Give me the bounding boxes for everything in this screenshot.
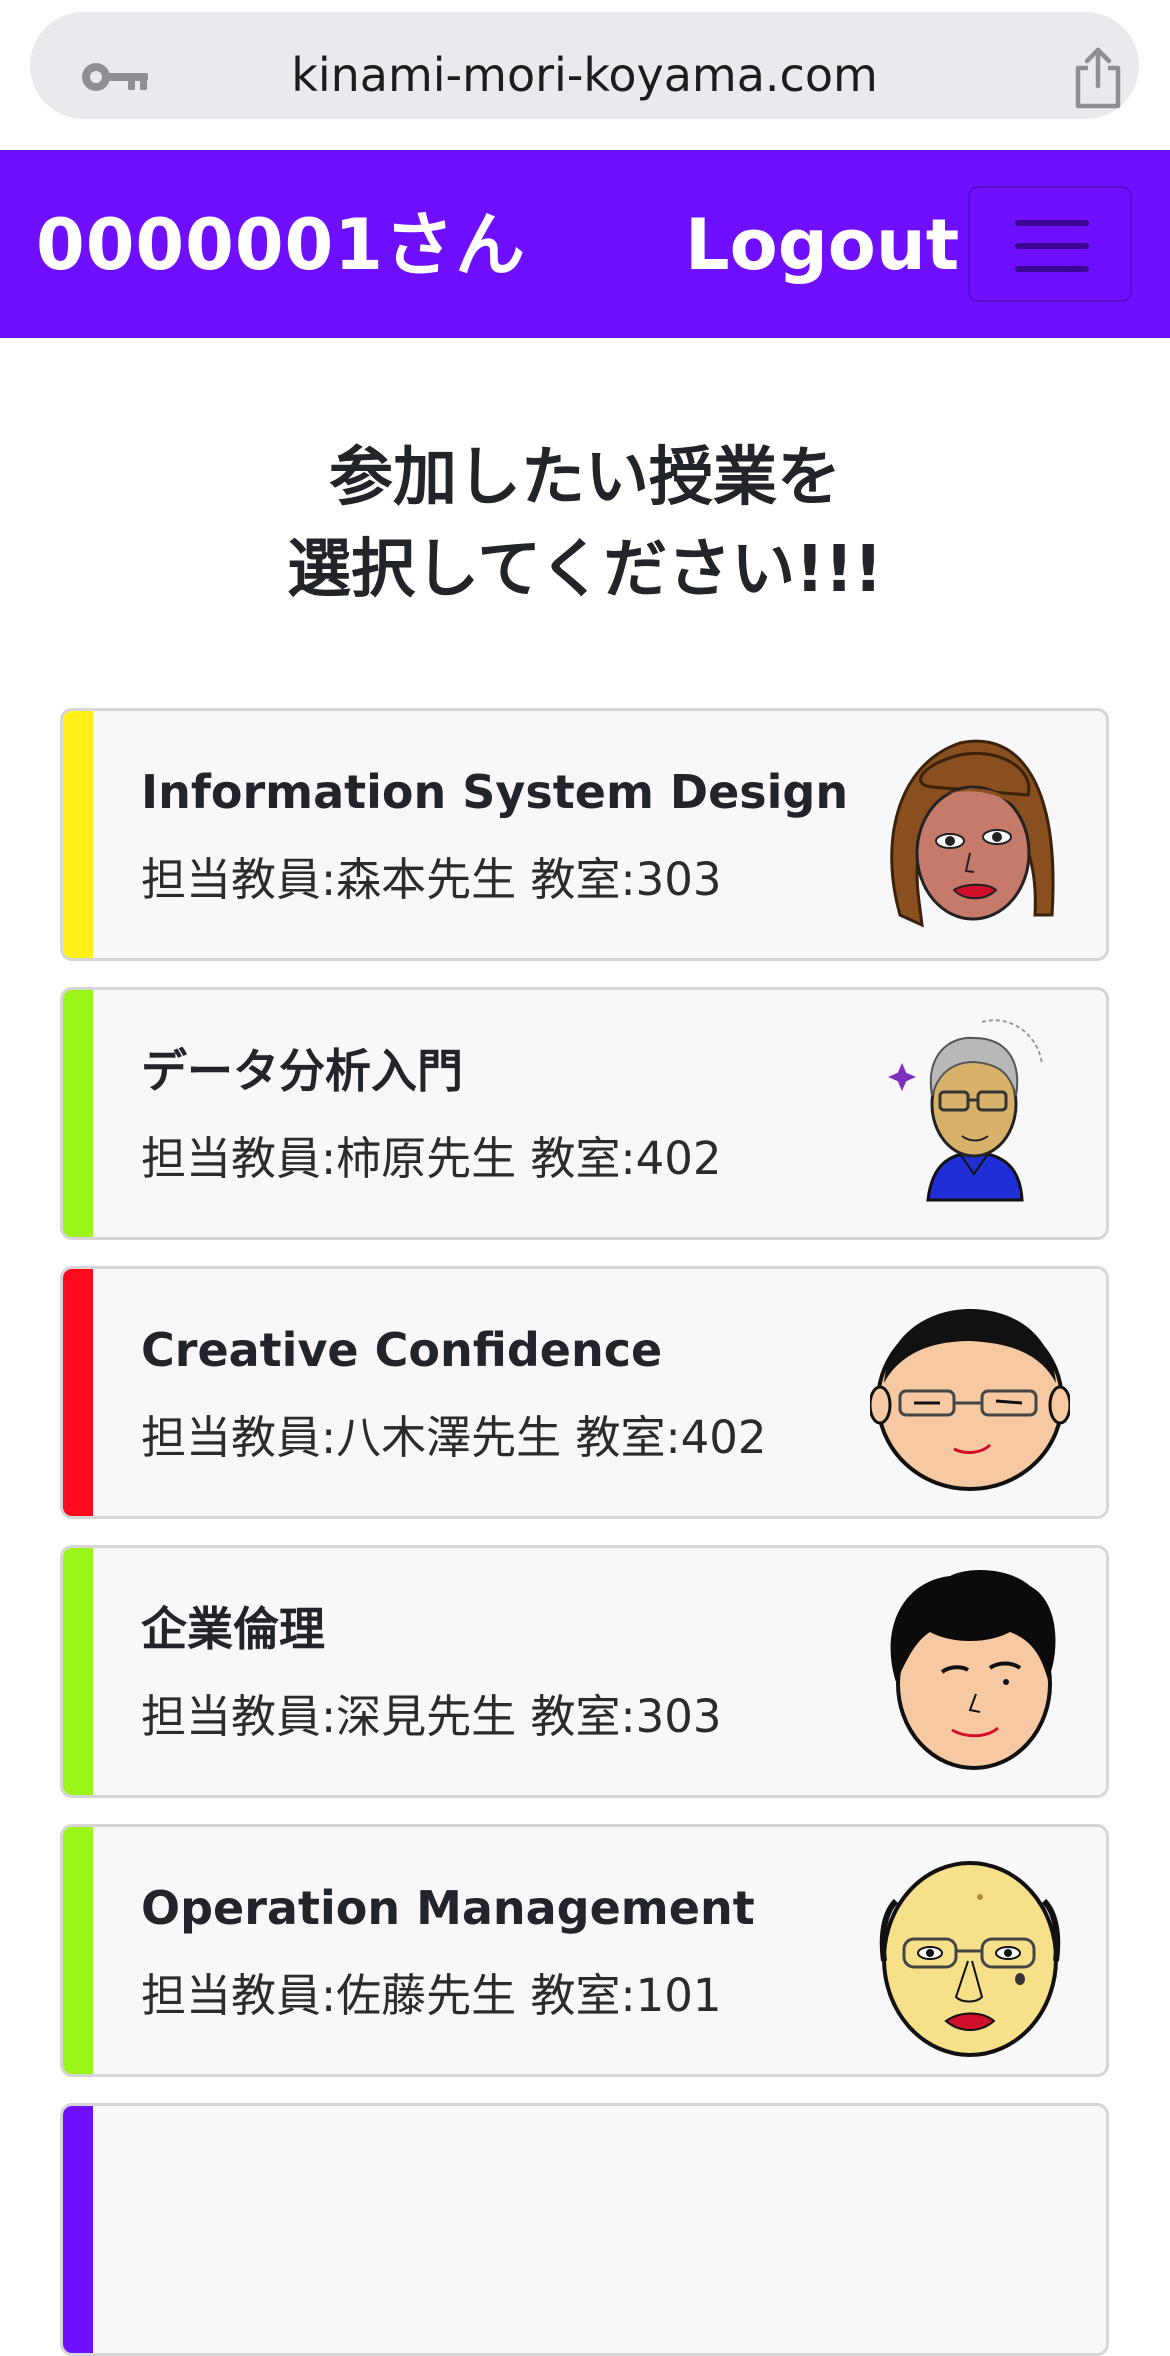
course-title: データ分析入門	[141, 1044, 463, 1098]
course-card[interactable]: Information System Design 担当教員:森本先生 教室:3…	[60, 708, 1109, 961]
course-card[interactable]	[60, 2103, 1109, 2356]
course-teacher-room: 担当教員:森本先生 教室:303	[141, 853, 722, 906]
url-text[interactable]: kinami-mori-koyama.com	[180, 40, 989, 110]
course-teacher-room: 担当教員:柿原先生 教室:402	[141, 1132, 722, 1185]
course-teacher-room: 担当教員:佐藤先生 教室:101	[141, 1969, 722, 2022]
navbar-toggle-button[interactable]	[968, 186, 1132, 302]
teacher-avatar-long-brown-hair	[890, 739, 1055, 928]
course-title: Operation Management	[141, 1881, 755, 1935]
share-icon[interactable]	[1070, 46, 1126, 110]
teacher-avatar-gray-hair-glasses	[888, 1019, 1043, 1202]
logout-link[interactable]: Logout	[685, 202, 959, 288]
course-card[interactable]: 企業倫理 担当教員:深見先生 教室:303	[60, 1545, 1109, 1798]
card-accent-bar	[63, 990, 93, 1237]
key-icon[interactable]	[80, 60, 150, 94]
course-title: 企業倫理	[141, 1602, 325, 1656]
card-accent-bar	[63, 2106, 93, 2353]
course-teacher-room: 担当教員:深見先生 教室:303	[141, 1690, 722, 1743]
card-accent-bar	[63, 1548, 93, 1795]
url-field[interactable]: kinami-mori-koyama.com	[30, 12, 1139, 119]
card-accent-bar	[63, 1827, 93, 2074]
teacher-avatar-bald-glasses	[879, 1861, 1061, 2057]
user-name: 0000001さん	[36, 204, 526, 286]
course-title: Creative Confidence	[141, 1323, 663, 1377]
page-title-line-1: 参加したい授業を	[329, 441, 841, 515]
page-title: 参加したい授業を 選択してください!!!	[0, 432, 1170, 616]
course-title: Information System Design	[141, 765, 849, 819]
page-title-line-2: 選択してください!!!	[287, 533, 883, 607]
card-accent-bar	[63, 1269, 93, 1516]
course-card[interactable]: Operation Management 担当教員:佐藤先生 教室:101	[60, 1824, 1109, 2077]
course-card[interactable]: Creative Confidence 担当教員:八木澤先生 教室:402	[60, 1266, 1109, 1519]
course-teacher-room: 担当教員:八木澤先生 教室:402	[141, 1411, 767, 1464]
card-accent-bar	[63, 711, 93, 958]
teacher-avatar-black-hair	[890, 1570, 1056, 1770]
browser-address-bar: kinami-mori-koyama.com	[0, 0, 1170, 150]
app-navbar: 0000001さん Logout	[0, 150, 1170, 338]
teacher-avatar-round-face-glasses	[870, 1309, 1070, 1491]
course-card[interactable]: データ分析入門 担当教員:柿原先生 教室:402	[60, 987, 1109, 1240]
